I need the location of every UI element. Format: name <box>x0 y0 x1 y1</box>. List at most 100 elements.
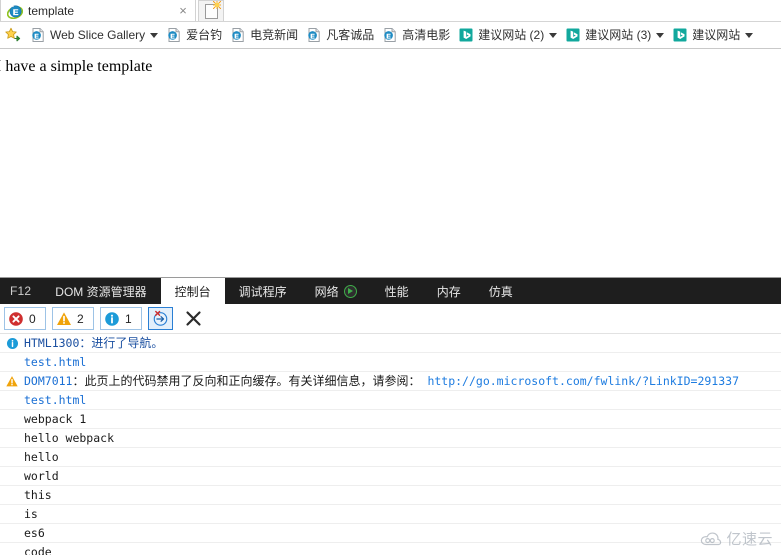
console-message-link[interactable]: http://go.microsoft.com/fwlink/?LinkID=2… <box>427 374 739 388</box>
page-viewport: I have a simple template <box>0 49 781 277</box>
console-row-log[interactable]: hello <box>0 448 781 467</box>
favorite-label: Web Slice Gallery <box>50 28 146 42</box>
error-count: 0 <box>29 311 36 326</box>
browser-window: template × Web Slice Gallery 爱台钓 电竞新闻 凡客… <box>0 0 781 277</box>
chevron-down-icon[interactable] <box>150 32 159 38</box>
tab-label: 性能 <box>384 284 409 299</box>
favorite-label: 凡客诚品 <box>326 28 375 42</box>
clear-on-navigate-icon <box>153 310 168 326</box>
console-message-text: 进行了导航。 <box>91 336 164 350</box>
error-count-filter[interactable]: 0 <box>4 307 46 330</box>
add-to-favorites-icon <box>5 27 21 41</box>
console-row-source[interactable]: test.html <box>0 353 781 372</box>
favorite-label: 建议网站 (3) <box>585 28 652 42</box>
info-count-filter[interactable]: 1 <box>100 307 142 330</box>
chevron-down-icon[interactable] <box>656 32 665 38</box>
tab-label: DOM 资源管理器 <box>55 284 147 299</box>
play-icon[interactable] <box>343 284 357 298</box>
tab-dom-explorer[interactable]: DOM 资源管理器 <box>41 278 160 304</box>
favorite-web-slice-gallery[interactable]: Web Slice Gallery <box>26 25 162 46</box>
ie-favicon-icon <box>166 27 182 43</box>
console-source-file[interactable]: test.html <box>4 355 86 370</box>
tab-label: 控制台 <box>174 284 211 299</box>
warning-count: 2 <box>77 311 84 326</box>
bing-favicon-icon <box>672 27 688 43</box>
chevron-down-icon[interactable] <box>549 32 558 38</box>
favorite-label: 建议网站 (2) <box>478 28 545 42</box>
info-count: 1 <box>125 311 132 326</box>
devtools-tab-strip: F12 DOM 资源管理器 控制台 调试程序 网络 性能 内存 仿真 <box>0 278 781 304</box>
browser-tab-template[interactable]: template × <box>0 0 196 21</box>
tab-memory[interactable]: 内存 <box>423 278 475 304</box>
favorite-label: 建议网站 <box>692 28 741 42</box>
console-row-log[interactable]: webpack 1 <box>0 410 781 429</box>
tab-emulation[interactable]: 仿真 <box>475 278 527 304</box>
ie-favicon-icon <box>230 27 246 43</box>
favorite-esports-news[interactable]: 电竞新闻 <box>226 25 302 46</box>
new-tab-icon <box>204 0 221 19</box>
tab-debugger[interactable]: 调试程序 <box>225 278 301 304</box>
console-log-text: this <box>24 488 52 502</box>
console-message-separator: ： <box>79 336 92 350</box>
tab-network[interactable]: 网络 <box>301 278 371 304</box>
console-log-text: hello <box>24 450 59 464</box>
f12-developer-tools: F12 DOM 资源管理器 控制台 调试程序 网络 性能 内存 仿真 0 2 1… <box>0 277 781 555</box>
console-row-log[interactable]: code <box>0 543 781 555</box>
favorite-vancl[interactable]: 凡客诚品 <box>302 25 378 46</box>
console-row-log[interactable]: es6 <box>0 524 781 543</box>
ie-favicon-icon <box>382 27 398 43</box>
console-source-file[interactable]: test.html <box>4 393 86 408</box>
ie-logo-icon <box>7 3 23 19</box>
ie-favicon-icon <box>306 27 322 43</box>
favorite-aitaidiao[interactable]: 爱台钓 <box>162 25 226 46</box>
info-badge-icon <box>104 311 120 327</box>
tab-performance[interactable]: 性能 <box>371 278 423 304</box>
console-message-code: DOM7011 <box>24 374 73 388</box>
console-toolbar: 0 2 1 <box>0 304 781 334</box>
console-log-text: hello webpack <box>24 431 115 445</box>
clear-console-icon <box>185 311 201 326</box>
favorite-suggested-sites[interactable]: 建议网站 <box>668 25 757 46</box>
clear-console-button[interactable] <box>181 307 205 331</box>
bing-favicon-icon <box>565 27 581 43</box>
tab-strip: template × <box>0 0 781 22</box>
console-row-log[interactable]: this <box>0 486 781 505</box>
f12-label: F12 <box>10 284 32 298</box>
favorite-suggested-sites-2[interactable]: 建议网站 (2) <box>454 25 561 46</box>
console-row-source[interactable]: test.html <box>0 391 781 410</box>
tab-title: template <box>28 3 75 18</box>
console-log-text: is <box>24 507 38 521</box>
console-log-text: es6 <box>24 526 45 540</box>
console-row-log[interactable]: world <box>0 467 781 486</box>
warning-count-filter[interactable]: 2 <box>52 307 94 330</box>
favorite-label: 高清电影 <box>402 28 451 42</box>
tab-label: 调试程序 <box>238 284 287 299</box>
tab-label: 内存 <box>436 284 461 299</box>
console-message-text: 此页上的代码禁用了反向和正向缓存。有关详细信息，请参阅： <box>84 374 421 388</box>
clear-on-navigate-toggle[interactable] <box>148 307 173 330</box>
favorite-suggested-sites-3[interactable]: 建议网站 (3) <box>561 25 668 46</box>
favorite-label: 电竞新闻 <box>250 28 299 42</box>
close-tab-icon[interactable]: × <box>175 3 191 18</box>
add-to-favorites-button[interactable] <box>2 25 24 45</box>
favorite-label: 爱台钓 <box>186 28 223 42</box>
console-message-separator: ： <box>72 374 85 388</box>
page-body-text: I have a simple template <box>0 58 153 75</box>
console-row-log[interactable]: is <box>0 505 781 524</box>
chevron-down-icon[interactable] <box>745 32 754 38</box>
console-message-code: HTML1300 <box>24 336 80 350</box>
favorite-hd-movies[interactable]: 高清电影 <box>378 25 454 46</box>
console-row-info[interactable]: HTML1300：进行了导航。 <box>0 334 781 353</box>
ie-favicon-icon <box>30 27 46 43</box>
console-log-list[interactable]: HTML1300：进行了导航。 test.html DOM7011：此页上的代码… <box>0 334 781 555</box>
error-badge-icon <box>8 311 24 327</box>
warning-icon <box>4 374 20 389</box>
tab-label: 网络 <box>314 284 339 299</box>
console-row-warning[interactable]: DOM7011：此页上的代码禁用了反向和正向缓存。有关详细信息，请参阅： htt… <box>0 372 781 391</box>
new-tab-button[interactable] <box>198 0 224 21</box>
tab-console[interactable]: 控制台 <box>160 278 225 304</box>
bing-favicon-icon <box>458 27 474 43</box>
favorites-bar: Web Slice Gallery 爱台钓 电竞新闻 凡客诚品 高清电影 建议网… <box>0 22 781 49</box>
console-log-text: world <box>24 469 59 483</box>
console-row-log[interactable]: hello webpack <box>0 429 781 448</box>
